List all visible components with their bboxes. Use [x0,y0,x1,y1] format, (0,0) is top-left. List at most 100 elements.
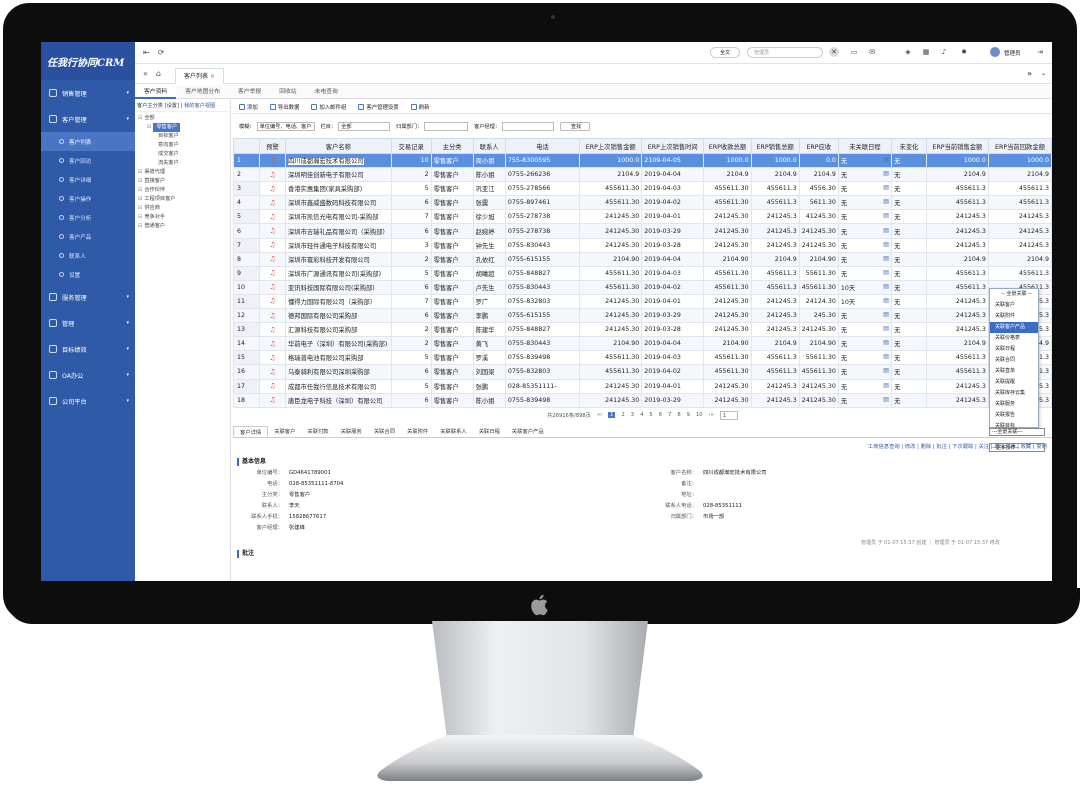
page-link[interactable]: 10 [696,412,703,418]
settings-icon[interactable]: ✹ [959,47,969,57]
schedule-icon[interactable]: ▤ [883,156,889,163]
schedule-icon[interactable]: ▤ [883,283,889,290]
detail-action-link[interactable]: 下次跟踪 [952,444,973,450]
toolbar-button-3[interactable]: 客户管理设置 [358,103,399,111]
tree-node[interactable]: ⊟ 竞争对手 [135,213,230,222]
schedule-icon[interactable]: ▤ [883,170,889,177]
theme-icon[interactable]: ✕ [829,47,839,57]
sidebar-item-4[interactable]: 客户详细 [41,170,135,189]
column-header[interactable]: ERP当前回款金额 [987,138,1052,154]
table-row[interactable]: 15 ♫ 格瑞普电池有限公司采购部 5 零售客户 罗溪 0755-839498 455611.… [233,350,1052,366]
tree-node[interactable]: ⊟ 普通客户 [135,222,230,231]
home-icon[interactable]: ⌂ [156,69,161,78]
detail-tab[interactable]: 关联服务 [335,426,368,437]
alert-bell-icon[interactable]: ♫ [269,157,275,165]
schedule-icon[interactable]: ▤ [883,241,889,248]
alert-bell-icon[interactable]: ♫ [269,312,275,320]
column-header[interactable]: 未关联日程 [837,138,893,154]
page-link[interactable]: 4 [640,412,643,418]
schedule-icon[interactable]: ▤ [883,255,889,262]
detail-tab[interactable]: 关联联系人 [434,426,473,437]
tree-node[interactable]: 目标客户 [135,132,230,141]
sidebar-item-9[interactable]: 设置 [41,265,135,284]
tabs-back-icon[interactable]: « [143,69,148,78]
table-row[interactable]: 14 ♫ 华前电子（深圳）有限公司(采购部) 2 零售客户 黄飞 0755-830443 21… [233,336,1052,352]
expand-icon[interactable]: ⊟ [138,223,142,229]
prev-page-icon[interactable]: «‹ [597,412,602,418]
next-page-icon[interactable]: ›» [709,412,714,418]
expand-icon[interactable]: ⊟ [138,187,142,193]
table-row[interactable]: 2 ♫ 深圳明佳创新电子有限公司 2 零售客户 陈小姐 0755-266236 2104.9 2… [233,167,1052,183]
table-row[interactable]: 6 ♫ 深圳市吉瑞礼品有限公司（采购部） 6 零售客户 赵婉婷 0755-278738 241… [233,223,1052,239]
column-header[interactable]: 主分类 [430,138,474,154]
column-header[interactable]: ERP上次销售时间 [641,138,705,154]
search-scope-select[interactable]: 全文 [710,47,740,58]
tree-node[interactable]: ⊟ 渠道代理 [135,168,230,177]
page-input[interactable]: 1 [719,410,738,420]
detail-tab[interactable]: 关联客户 [268,426,301,437]
schedule-icon[interactable]: ▤ [883,353,889,360]
relation-menu-item[interactable]: 关联服务 [990,399,1038,410]
sidebar-item-12[interactable]: 目标绩效 ▾ [41,336,135,362]
toolbar-button-4[interactable]: 刷新 [410,103,430,111]
sidebar-item-14[interactable]: 公司平台 ▾ [41,388,135,414]
expand-icon[interactable]: ⊟ [147,124,151,130]
alert-bell-icon[interactable]: ♫ [269,255,275,263]
relation-menu-item[interactable]: 关联库存云集 [990,388,1038,399]
expand-icon[interactable]: ⊟ [138,115,142,121]
table-row[interactable]: 1 ♫ 四川成都瀚宏技术有限公司 10 零售客户 周小姐 755-8300595 1000.0… [233,152,1052,169]
toolbar-button-1[interactable]: 导出数据 [269,103,299,111]
avatar[interactable] [990,47,1000,57]
alert-bell-icon[interactable]: ♫ [269,368,275,376]
alert-bell-icon[interactable]: ♫ [269,269,275,277]
alert-bell-icon[interactable]: ♫ [269,354,275,362]
column-header[interactable]: ERP收款总额 [703,138,752,154]
tree-node[interactable]: 意向客户 [135,141,230,150]
alert-bell-icon[interactable]: ♫ [269,382,275,390]
column-header[interactable]: 电话 [504,138,581,154]
detail-action-link[interactable]: 工商信息查询 [868,444,900,450]
tree-node[interactable]: ⊟ 供应商 [135,204,230,213]
shield-icon[interactable]: ◈ [903,47,913,57]
user-name[interactable]: 管理员 [1004,49,1021,57]
tree-node[interactable]: ⊟ 零售客户 [135,123,230,132]
search-button[interactable]: 查找 [560,121,591,131]
qr-icon[interactable]: ▦ [921,47,931,57]
relation-menu-item[interactable]: 关联附件 [990,311,1038,322]
sidebar-item-0[interactable]: 销售管理 ▾ [41,80,135,106]
column-header[interactable]: 交易记录 [390,138,432,154]
expand-icon[interactable]: ⊟ [138,178,142,184]
subtab-3[interactable]: 回收站 [270,85,305,99]
table-row[interactable]: 3 ♫ 香港实惠集团(家具采购部) 5 零售客户 巩亚江 0755-278566 455611… [233,181,1052,197]
alert-bell-icon[interactable]: ♫ [269,199,275,207]
tabs-forward-icon[interactable]: » [1027,69,1032,78]
chevron-down-icon[interactable]: ⌄ [1041,70,1046,77]
collapse-menu-icon[interactable]: ⇤ [143,48,150,57]
table-row[interactable]: 16 ♫ 乌泰骑利有限公司深圳采购部 6 零售客户 刘国梁 0755-832803 45561… [233,364,1052,380]
schedule-icon[interactable]: ▤ [883,297,889,304]
schedule-icon[interactable]: ▤ [883,382,889,389]
fuzzy-input[interactable]: 单位编号、电话、客户 [256,121,315,131]
column-header[interactable]: ERP应收 [798,138,839,154]
page-link[interactable]: 3 [631,412,634,418]
detail-action-link[interactable]: 关注 [979,444,990,450]
schedule-icon[interactable]: ▤ [883,325,889,332]
page-link[interactable]: 9 [687,412,690,418]
page-link[interactable]: 1 [608,412,616,418]
page-link[interactable]: 7 [668,412,671,418]
relation-menu-item[interactable]: 关联提醒 [990,377,1038,388]
schedule-icon[interactable]: ▤ [883,269,889,276]
sidebar-item-10[interactable]: 服务管理 ▾ [41,284,135,310]
table-row[interactable]: 7 ♫ 深圳市轻件通电子科技有限公司 3 零售客户 钟先生 0755-830443 24124… [233,237,1052,253]
logout-icon[interactable]: ⇥ [1035,47,1045,57]
detail-action-link[interactable]: 修改 [905,444,916,450]
detail-tab[interactable]: 关联日程 [473,426,506,437]
sidebar-item-8[interactable]: 联系人 [41,246,135,265]
detail-action-link[interactable]: 批注 [936,444,947,450]
relation-menu-item[interactable]: 关联直单 [990,366,1038,377]
column-header[interactable]: 联系人 [472,138,506,154]
page-link[interactable]: 8 [677,412,680,418]
column-header[interactable]: 客户名称 [284,138,392,154]
tree-node[interactable]: ⊟ 直接客户 [135,177,230,186]
toolbar-button-0[interactable]: 添加 [239,103,258,111]
